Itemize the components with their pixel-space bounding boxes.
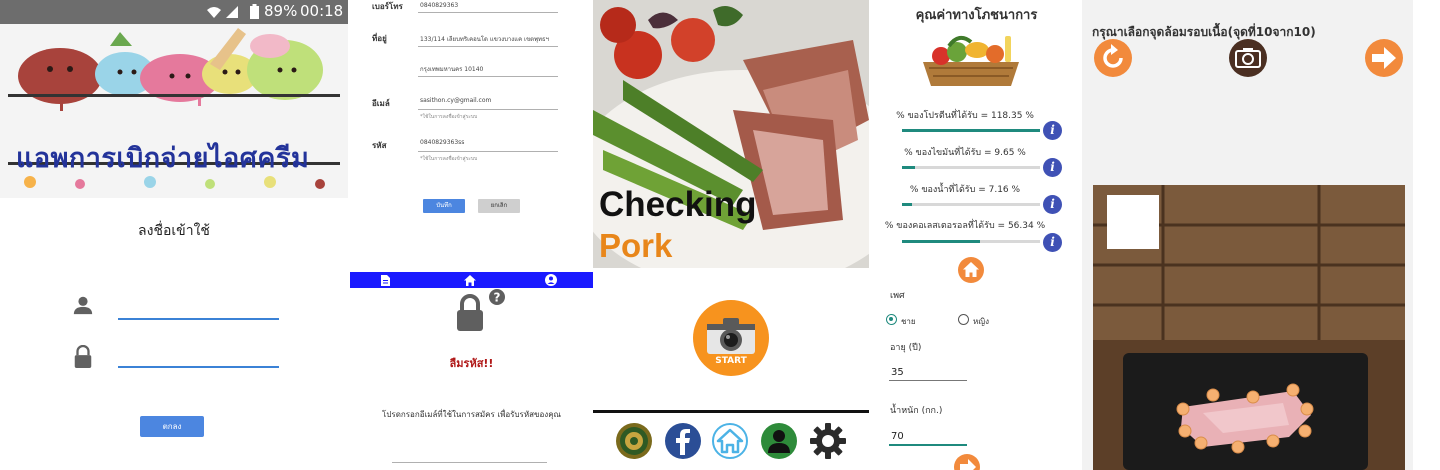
gender-female-radio[interactable] [958,314,969,325]
nutrition-screen: คุณค่าทางโภชนาการ % ของโปรตีนที่ได้รับ =… [875,0,1078,470]
address-label: ที่อยู่ [372,34,387,43]
forgot-password-description: โปรดกรอกอีเมล์ที่ใช้ในการสมัคร เพื่อรับร… [382,410,561,419]
help-icon[interactable]: ? [489,289,505,305]
password-hint: *ใช้ในการลงชื่อเข้าสู่ระบบ [420,156,478,162]
email-field[interactable] [418,109,558,110]
phone-label: เบอร์โทร [372,2,403,11]
cholesterol-stat: % ของคอเลสเตอรอลที่ได้รับ = 56.34 % [884,221,1046,231]
phone-field[interactable] [418,12,558,13]
person-icon [73,296,93,315]
battery-percent: 89% [264,2,298,20]
camera-icon [707,318,755,354]
login-screen: 89% 00:18 แอพการเบิกจ่ายไอศครีม ลงชื่อเข… [0,0,348,470]
password-field[interactable] [418,151,558,152]
app-title: แอพการเบิกจ่ายไอศครีม [16,143,310,174]
food-basket-illustration [923,35,1019,86]
username-input[interactable] [118,318,279,320]
home-icon[interactable] [711,422,749,460]
age-value[interactable]: 35 [891,367,904,378]
divider [593,410,869,413]
fat-bar [902,166,1040,169]
app-title-line2: Pork [599,227,673,264]
account-icon[interactable] [545,274,557,286]
ice-cream-banner: แอพการเบิกจ่ายไอศครีม [0,24,348,198]
protein-stat: % ของโปรตีนที่ได้รับ = 118.35 % [896,111,1034,121]
clock: 00:18 [300,2,344,20]
protein-bar [902,129,1040,132]
cholesterol-bar-fill [902,240,980,243]
age-label: อายุ (ปี) [890,343,922,353]
home-icon[interactable] [957,256,985,284]
save-button[interactable]: บันทึก [423,199,465,213]
profile-and-forgot-screen: เบอร์โทร 0840829363 ที่อยู่ 133/114 เลีย… [350,0,593,470]
banner-top-line [8,94,340,97]
login-button[interactable]: ตกลง [140,416,204,437]
forgot-email-field[interactable] [392,462,547,463]
signal-icon [207,6,238,18]
cholesterol-bar [902,240,1040,243]
point-select-screen: กรุณาเลือกจุดล้อมรอบเนื้อ(จุดที่10จาก10) [1082,0,1413,470]
address-line2-value[interactable]: กรุงเทพมหานคร 10140 [420,64,483,74]
water-info-icon[interactable]: i [1043,195,1062,214]
weight-label: น้ำหนัก (กก.) [890,406,943,416]
gender-male-label: ชาย [901,317,916,326]
email-label: อีเมล์ [372,99,390,108]
nutrition-title: คุณค่าทางโภชนาการ [915,8,1038,23]
grilled-pork-photo: Checking Pork [593,0,869,268]
water-bar [902,203,1040,206]
app-title-line1: Checking [599,185,757,224]
battery-icon [250,4,259,19]
age-input[interactable] [889,380,967,381]
cholesterol-info-icon[interactable]: i [1043,233,1062,252]
facebook-icon[interactable] [664,422,702,460]
document-icon[interactable] [381,275,390,286]
profile-icon[interactable] [760,422,798,460]
next-arrow-icon[interactable] [953,453,981,470]
fat-bar-fill [902,166,916,169]
meat-photo[interactable] [1093,185,1405,470]
weight-value[interactable]: 70 [891,431,904,442]
protein-bar-fill [902,129,1040,132]
water-stat: % ของน้ำที่ได้รับ = 7.16 % [909,185,1021,195]
gender-male-radio[interactable] [886,314,897,325]
start-button[interactable]: START [693,300,769,376]
camera-icon[interactable] [1228,38,1268,78]
checking-pork-screen: Checking Pork START [593,0,869,470]
lock-icon [457,294,483,331]
forgot-password-title: ลืมรหัส!! [449,357,494,370]
email-value[interactable]: sasithon.cy@gmail.com [420,97,491,104]
emblem-icon[interactable] [615,422,653,460]
refresh-icon[interactable] [1093,38,1133,78]
email-hint: *ใช้ในการลงชื่อเข้าสู่ระบบ [420,114,478,120]
password-input[interactable] [118,366,279,368]
fat-info-icon[interactable]: i [1043,158,1062,177]
address-field[interactable] [418,46,558,47]
login-heading: ลงชื่อเข้าใช้ [138,223,210,239]
settings-icon[interactable] [809,422,847,460]
password-label: รหัส [372,141,387,150]
gender-label: เพศ [890,291,905,301]
next-arrow-icon[interactable] [1364,38,1404,78]
address-value[interactable]: 133/114 เลียบทริเคอนโด แขวงบางแค เขตพุทธ… [420,34,549,44]
start-label: START [715,356,747,366]
address-line2-field[interactable] [418,76,558,77]
cancel-button[interactable]: ยกเลิก [478,199,520,213]
svg-text:?: ? [494,291,501,305]
protein-info-icon[interactable]: i [1043,121,1062,140]
bottom-navbar [350,272,593,288]
gender-female-label: หญิง [973,317,989,326]
fat-stat: % ของไขมันที่ได้รับ = 9.65 % [904,148,1026,158]
water-bar-fill [902,203,912,206]
password-value[interactable]: 0840829363ss [420,139,464,146]
meat-on-tray-illustration [1093,185,1405,470]
phone-value[interactable]: 0840829363 [420,2,458,9]
weight-input[interactable] [889,444,967,446]
status-bar: 89% 00:18 [0,0,348,24]
lock-icon [74,345,92,368]
home-icon[interactable] [464,275,476,286]
